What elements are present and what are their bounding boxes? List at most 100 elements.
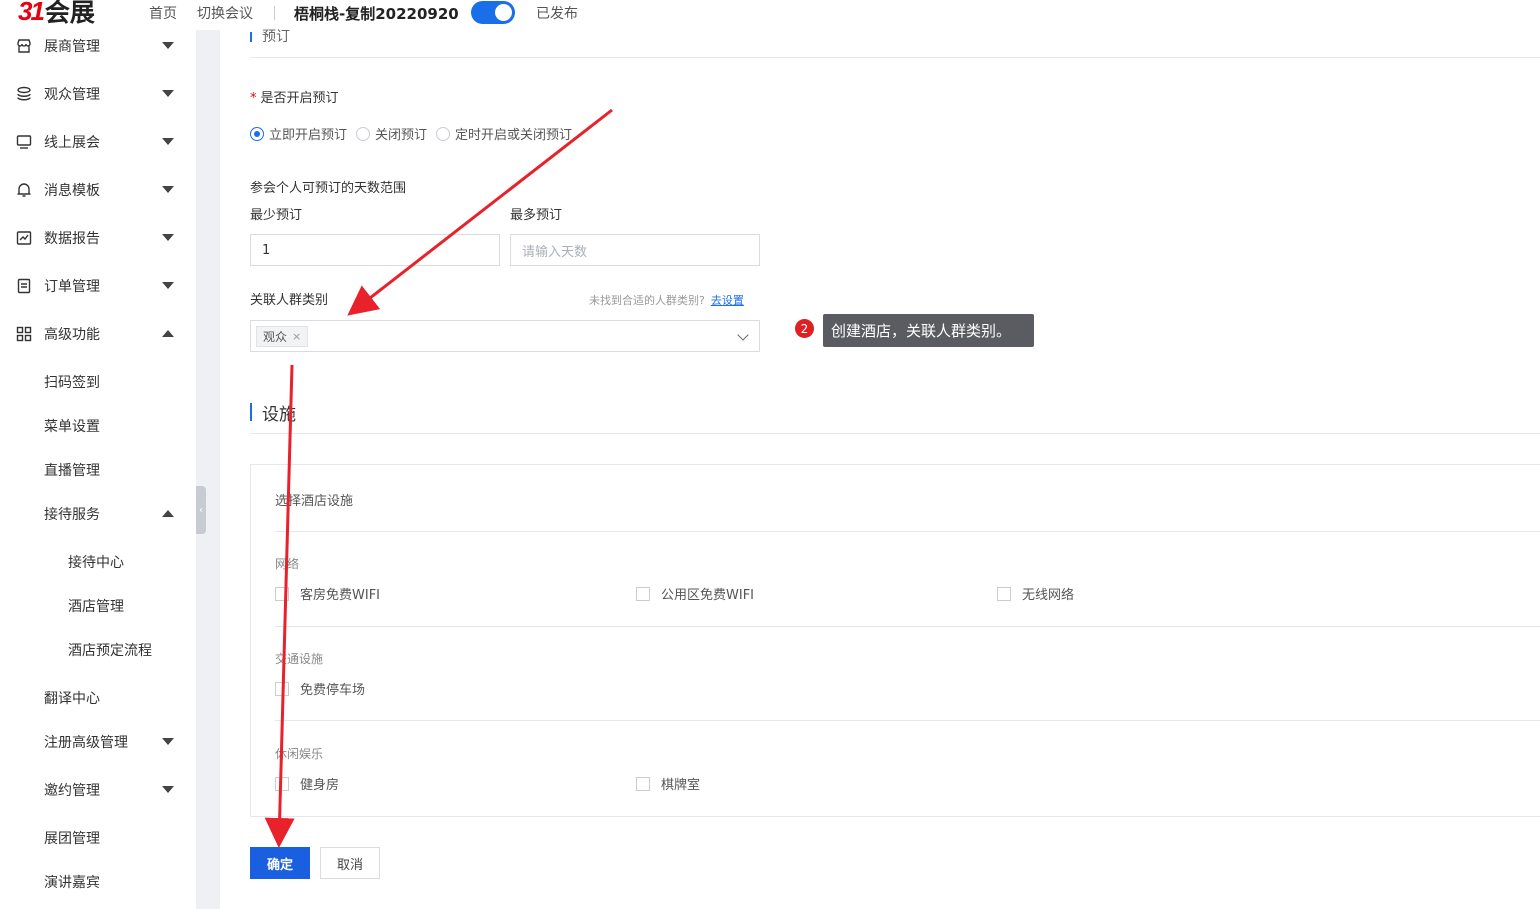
sidebar-item-label: 邀约管理 <box>44 783 100 799</box>
enable-booking-label-text: 是否开启预订 <box>260 91 339 106</box>
audience-group-label: 关联人群类别 <box>250 293 329 308</box>
sidebar-item-orders[interactable]: 订单管理 <box>0 271 196 301</box>
sidebar-item-menu-settings[interactable]: 菜单设置 <box>0 411 196 441</box>
sidebar-item-invitations[interactable]: 邀约管理 <box>0 775 196 805</box>
radio-scheduled[interactable]: 定时开启或关闭预订 <box>436 124 572 143</box>
radio-open-now[interactable]: 立即开启预订 <box>250 124 347 143</box>
chevron-down-icon <box>162 90 174 97</box>
chevron-down-icon <box>162 234 174 241</box>
checkbox-icon <box>997 586 1011 601</box>
close-icon[interactable]: × <box>292 330 301 343</box>
sidebar-item-label: 演讲嘉宾 <box>44 875 100 891</box>
sidebar-item-message-templates[interactable]: 消息模板 <box>0 175 196 205</box>
max-days-input[interactable]: 请输入天数 <box>510 234 760 266</box>
sidebar-item-label: 直播管理 <box>44 463 100 479</box>
chevron-down-icon <box>737 329 749 341</box>
checkbox-icon <box>636 586 650 601</box>
checkbox-label: 免费停车场 <box>300 683 366 698</box>
sidebar-item-speakers[interactable]: 演讲嘉宾 <box>0 867 196 897</box>
group-divider <box>275 531 1540 532</box>
publish-toggle[interactable] <box>471 1 515 24</box>
sidebar-item-reception-center[interactable]: 接待中心 <box>0 547 196 577</box>
sidebar-item-label: 订单管理 <box>44 279 100 295</box>
chart-icon <box>16 231 32 245</box>
radio-unchecked-icon <box>436 126 451 141</box>
sidebar-item-label: 线上展会 <box>44 135 100 151</box>
layers-icon <box>17 86 31 101</box>
conference-name: 梧桐栈-复制20220920 <box>294 4 459 23</box>
chevron-up-icon <box>162 510 174 517</box>
sidebar-item-audience[interactable]: 观众管理 <box>0 79 196 109</box>
sidebar-item-delegations[interactable]: 展团管理 <box>0 823 196 853</box>
sidebar-item-label: 观众管理 <box>44 87 100 103</box>
sidebar-item-label: 高级功能 <box>44 327 100 343</box>
sidebar-item-label: 酒店管理 <box>68 599 124 615</box>
audience-group-hint: 未找到合适的人群类别? 去设置 <box>589 292 744 308</box>
audience-group-hint-text: 未找到合适的人群类别? <box>589 294 705 307</box>
confirm-button[interactable]: 确定 <box>250 847 310 879</box>
sidebar-item-label: 展团管理 <box>44 831 100 847</box>
annotation-step-badge: 2 <box>795 319 814 338</box>
facilities-box <box>250 464 1540 817</box>
bell-icon <box>17 183 31 197</box>
group-title-network: 网络 <box>275 557 300 571</box>
sidebar-item-hotel-management[interactable]: 酒店管理 <box>0 591 196 621</box>
sidebar-collapse-handle[interactable]: ‹ <box>196 486 206 534</box>
section-divider <box>250 57 1540 58</box>
facilities-box-title: 选择酒店设施 <box>275 494 354 509</box>
logo-mark: 31 <box>18 0 45 26</box>
checkbox-wireless[interactable]: 无线网络 <box>997 584 1074 603</box>
logo[interactable]: 31 会展 <box>18 0 95 27</box>
chevron-down-icon <box>162 186 174 193</box>
sidebar-item-online-expo[interactable]: 线上展会 <box>0 127 196 157</box>
radio-checked-icon <box>250 126 264 141</box>
min-days-input[interactable]: 1 <box>250 234 500 266</box>
required-mark: * <box>250 91 257 106</box>
sidebar-item-advanced[interactable]: 高级功能 <box>0 319 196 349</box>
sidebar-item-label: 展商管理 <box>44 39 100 55</box>
group-title-leisure: 休闲娱乐 <box>275 747 324 761</box>
nav-switch-conference-link[interactable]: 切换会议 <box>197 0 253 26</box>
checkbox-room-wifi[interactable]: 客房免费WIFI <box>275 584 380 603</box>
sidebar-item-label: 接待服务 <box>44 507 100 523</box>
chevron-down-icon <box>162 138 174 145</box>
sidebar-item-label: 扫码签到 <box>44 375 100 391</box>
sidebar-item-label: 消息模板 <box>44 183 100 199</box>
checkbox-label: 健身房 <box>300 778 340 793</box>
sidebar-item-label: 菜单设置 <box>44 419 100 435</box>
logo-text: 会展 <box>44 0 95 27</box>
group-divider <box>275 720 1540 721</box>
group-divider <box>275 626 1540 627</box>
sidebar-item-reception[interactable]: 接待服务 <box>0 499 196 529</box>
audience-group-select[interactable]: 观众 × <box>250 320 760 352</box>
cancel-button[interactable]: 取消 <box>320 847 380 879</box>
checkbox-public-wifi[interactable]: 公用区免费WIFI <box>636 584 754 603</box>
nav-divider <box>274 6 275 20</box>
checkbox-gym[interactable]: 健身房 <box>275 774 339 793</box>
sidebar-item-exhibitors[interactable]: 展商管理 <box>0 31 196 61</box>
sidebar-item-translation[interactable]: 翻译中心 <box>0 683 196 713</box>
section-accent-bar <box>250 32 252 42</box>
sidebar-item-label: 翻译中心 <box>44 691 100 707</box>
nav-home-link[interactable]: 首页 <box>149 0 177 26</box>
radio-close[interactable]: 关闭预订 <box>356 124 427 143</box>
sidebar-item-label: 注册高级管理 <box>44 735 128 751</box>
radio-label: 立即开启预订 <box>269 128 348 143</box>
sidebar-item-hotel-booking-flow[interactable]: 酒店预定流程 <box>0 635 196 665</box>
checkbox-chess-room[interactable]: 棋牌室 <box>636 774 700 793</box>
section-divider <box>250 433 1540 434</box>
day-range-label: 参会个人可预订的天数范围 <box>250 181 407 196</box>
checkbox-label: 无线网络 <box>1022 588 1075 603</box>
chevron-down-icon <box>162 42 174 49</box>
tag-label: 观众 <box>263 330 288 344</box>
facilities-title: 设施 <box>262 405 296 425</box>
sidebar-item-qr-checkin[interactable]: 扫码签到 <box>0 367 196 397</box>
checkbox-label: 棋牌室 <box>661 778 701 793</box>
sidebar-item-registration-advanced[interactable]: 注册高级管理 <box>0 727 196 757</box>
go-settings-link[interactable]: 去设置 <box>711 294 744 307</box>
sidebar-item-data-reports[interactable]: 数据报告 <box>0 223 196 253</box>
annotation-callout: 创建酒店，关联人群类别。 <box>823 314 1034 347</box>
chevron-down-icon <box>162 738 174 745</box>
sidebar-item-live[interactable]: 直播管理 <box>0 455 196 485</box>
checkbox-free-parking[interactable]: 免费停车场 <box>275 679 365 698</box>
